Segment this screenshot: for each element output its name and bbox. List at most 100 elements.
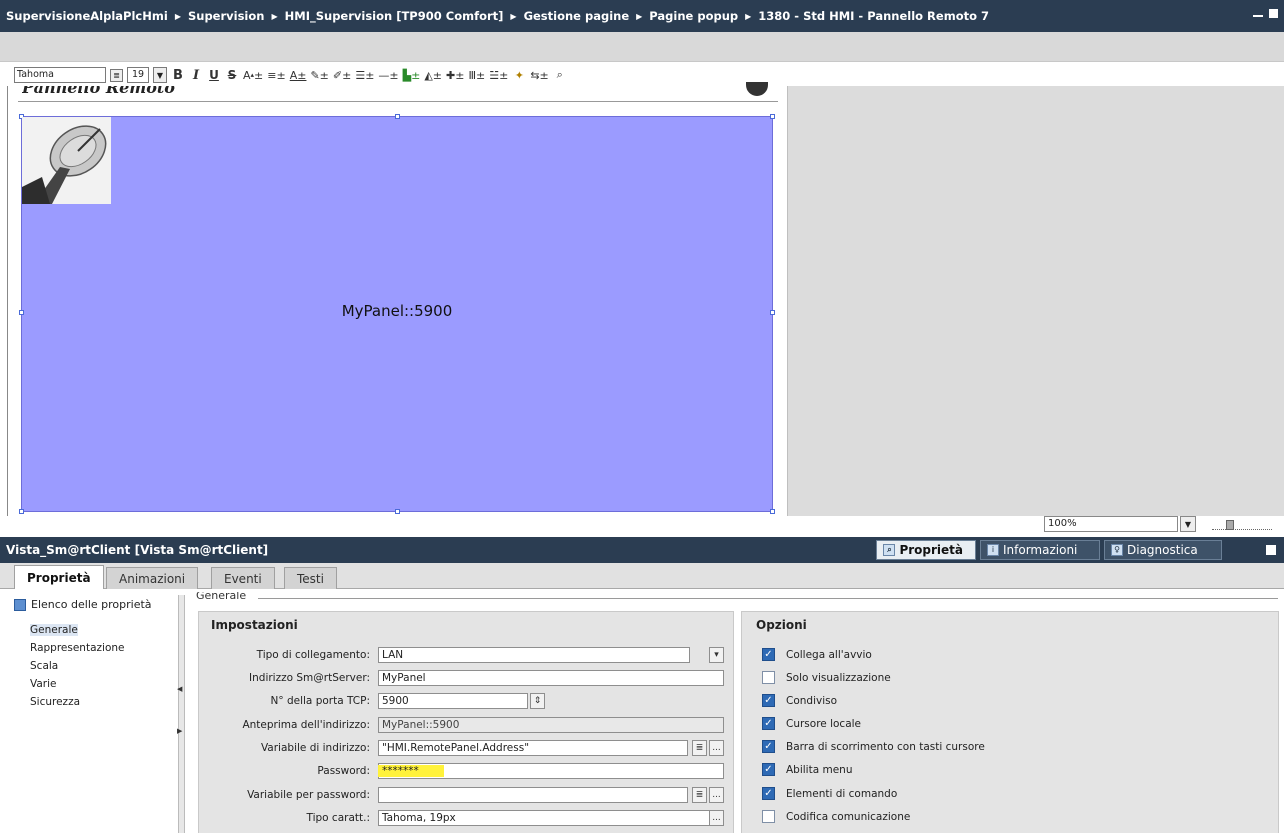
float-window-icon[interactable] — [1269, 9, 1278, 18]
bring-front-icon[interactable]: ▙± — [403, 67, 421, 83]
layer-icon[interactable]: ⇆± — [530, 67, 548, 83]
format-painter-icon[interactable]: ✦ — [512, 67, 526, 83]
text-align-icon[interactable]: ≡± — [267, 67, 285, 83]
font-size-select[interactable]: 19 — [127, 67, 149, 83]
breadcrumb-item[interactable]: 1380 - Std HMI - Pannello Remoto 7 — [758, 9, 989, 23]
chevron-down-icon[interactable]: ▼ — [153, 67, 167, 83]
option-label: Elementi di comando — [786, 787, 898, 800]
resize-handle[interactable] — [770, 114, 775, 119]
font-field[interactable]: Tahoma, 19px — [378, 810, 724, 826]
nav-item-misc[interactable]: Varie — [30, 678, 57, 690]
resize-handle[interactable] — [395, 509, 400, 514]
breadcrumb-item[interactable]: SupervisioneAlplaPlcHmi — [6, 9, 168, 23]
list-icon[interactable]: ≣ — [692, 787, 707, 803]
option-connect-on-start[interactable]: ✓ Collega all'avvio — [762, 648, 872, 661]
chevron-right-icon: ▶ — [174, 11, 181, 21]
editor-strip — [0, 32, 1284, 62]
browse-button[interactable]: ... — [709, 810, 724, 826]
subtab-texts[interactable]: Testi — [284, 567, 337, 589]
field-label: Variabile per password: — [247, 789, 370, 801]
subtab-properties[interactable]: Proprietà — [14, 565, 104, 589]
underline-button[interactable]: U — [207, 67, 221, 83]
checkbox-checked[interactable]: ✓ — [762, 717, 775, 730]
minimize-icon[interactable] — [1253, 9, 1263, 17]
checkbox-checked[interactable]: ✓ — [762, 763, 775, 776]
chevron-down-icon[interactable]: ▾ — [709, 647, 724, 663]
bold-button[interactable]: B — [171, 67, 185, 83]
option-enable-menu[interactable]: ✓ Abilita menu — [762, 763, 853, 776]
subtab-events[interactable]: Eventi — [211, 567, 275, 589]
panel-address-text: MyPanel::5900 — [341, 302, 453, 320]
spinner-icon[interactable]: ⇕ — [530, 693, 545, 709]
checkbox-checked[interactable]: ✓ — [762, 787, 775, 800]
nav-item-appearance[interactable]: Rappresentazione — [30, 642, 124, 654]
line-width-icon[interactable]: —± — [378, 67, 398, 83]
font-color-icon[interactable]: A± — [290, 67, 307, 83]
nav-item-general[interactable]: Generale — [30, 624, 78, 636]
distribute-icon[interactable]: Ⅲ± — [468, 67, 485, 83]
inspector-title: Vista_Sm@rtClient [Vista Sm@rtClient] — [6, 543, 269, 557]
breadcrumb-item[interactable]: Pagine popup — [649, 9, 738, 23]
line-color-icon[interactable]: ✐± — [333, 67, 351, 83]
property-list-header[interactable]: Elenco delle proprietà — [14, 598, 152, 611]
font-family-select[interactable]: Tahoma — [14, 67, 106, 83]
info-icon: i — [987, 544, 999, 556]
field-label: Anteprima dell'indirizzo: — [242, 719, 370, 731]
option-local-cursor[interactable]: ✓ Cursore locale — [762, 717, 861, 730]
property-subtabs: Proprietà Animazioni Eventi Testi — [0, 563, 1284, 589]
tcp-port-input[interactable]: 5900 — [378, 693, 528, 709]
connection-type-select[interactable]: LAN — [378, 647, 690, 663]
line-style-icon[interactable]: ☰± — [355, 67, 374, 83]
checkbox-checked[interactable]: ✓ — [762, 740, 775, 753]
breadcrumb-item[interactable]: HMI_Supervision [TP900 Comfort] — [285, 9, 504, 23]
address-tag-input[interactable]: "HMI.RemotePanel.Address" — [378, 740, 688, 756]
zoom-slider[interactable] — [1212, 520, 1272, 530]
password-tag-input[interactable] — [378, 787, 688, 803]
subtab-animations[interactable]: Animazioni — [106, 567, 199, 589]
breadcrumb-item[interactable]: Supervision — [188, 9, 265, 23]
option-control-elements[interactable]: ✓ Elementi di comando — [762, 787, 897, 800]
float-window-icon[interactable] — [1266, 545, 1276, 555]
smartserver-address-input[interactable]: MyPanel — [378, 670, 724, 686]
resize-handle[interactable] — [19, 509, 24, 514]
browse-button[interactable]: ... — [709, 740, 724, 756]
italic-button[interactable]: I — [189, 67, 203, 83]
same-size-icon[interactable]: ☱± — [489, 67, 508, 83]
align-objects-icon[interactable]: ✚± — [446, 67, 464, 83]
inspector-tabs: ⌕ Proprietà i Informazioni ♀ Diagnostica — [876, 540, 1222, 560]
option-label: Condiviso — [786, 694, 838, 707]
resize-handle[interactable] — [770, 509, 775, 514]
zoom-area-icon[interactable]: ⌕ — [553, 67, 567, 83]
zoom-select[interactable]: 100% — [1044, 516, 1178, 532]
option-shared[interactable]: ✓ Condiviso — [762, 694, 837, 707]
nav-item-scale[interactable]: Scala — [30, 660, 58, 672]
fill-color-icon[interactable]: ✎± — [310, 67, 328, 83]
nav-item-security[interactable]: Sicurezza — [30, 696, 80, 708]
chevron-down-icon[interactable]: ▼ — [1180, 516, 1196, 532]
resize-handle[interactable] — [395, 114, 400, 119]
password-input[interactable]: ******* — [378, 763, 724, 779]
browse-button[interactable]: ... — [709, 787, 724, 803]
checkbox-unchecked[interactable] — [762, 810, 775, 823]
nav-splitter[interactable] — [178, 595, 185, 833]
window-controls — [1253, 9, 1278, 18]
strikethrough-button[interactable]: S — [225, 67, 239, 83]
canvas-edge — [7, 86, 8, 516]
checkbox-checked[interactable]: ✓ — [762, 694, 775, 707]
tab-info[interactable]: i Informazioni — [980, 540, 1100, 560]
font-list-icon[interactable]: ≣ — [110, 68, 123, 82]
tab-properties[interactable]: ⌕ Proprietà — [876, 540, 976, 560]
option-view-only[interactable]: Solo visualizzazione — [762, 671, 891, 684]
format-toolbar: Tahoma ≣ 19 ▼ B I U S A ▴ ± ≡± A± ✎± ✐± ☰±… — [14, 64, 567, 86]
font-size-grow-icon[interactable]: A ▴ ± — [243, 67, 263, 83]
tab-diagnostics[interactable]: ♀ Diagnostica — [1104, 540, 1222, 560]
rotate-icon[interactable]: ◭± — [424, 67, 442, 83]
list-icon[interactable]: ≣ — [692, 740, 707, 756]
option-scrollbar-keys[interactable]: ✓ Barra di scorrimento con tasti cursore — [762, 740, 985, 753]
chevron-right-icon[interactable]: ▶ — [177, 727, 182, 735]
checkbox-checked[interactable]: ✓ — [762, 648, 775, 661]
chevron-left-icon[interactable]: ◀ — [177, 685, 182, 693]
checkbox-unchecked[interactable] — [762, 671, 775, 684]
option-encrypt-communication[interactable]: Codifica comunicazione — [762, 810, 910, 823]
breadcrumb-item[interactable]: Gestione pagine — [524, 9, 630, 23]
